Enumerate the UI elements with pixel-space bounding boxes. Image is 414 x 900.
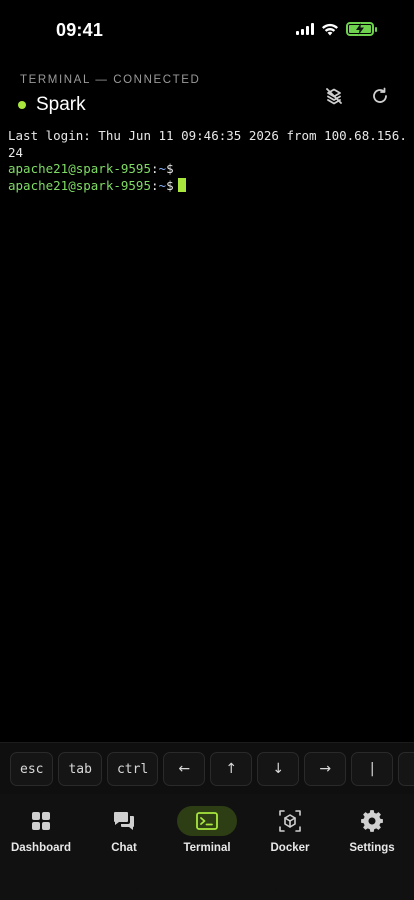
cellular-signal-icon: [296, 23, 314, 35]
special-key-row: esc tab ctrl ← ↑ ↓ → |: [10, 752, 414, 786]
gear-icon: [361, 810, 383, 832]
arrow-right-key[interactable]: →: [304, 752, 347, 786]
prompt-user: apache21@spark-9595: [8, 177, 151, 193]
tab-label: Chat: [111, 842, 137, 854]
terminal-output[interactable]: Last login: Thu Jun 11 09:46:35 2026 fro…: [8, 128, 408, 194]
prompt-separator: :: [151, 177, 159, 193]
tab-chat[interactable]: Chat: [83, 806, 165, 866]
more-key[interactable]: [398, 752, 414, 786]
prompt-user: apache21@spark-9595: [8, 161, 151, 176]
esc-key[interactable]: esc: [10, 752, 54, 786]
status-time: 09:41: [56, 20, 104, 40]
tab-label: Docker: [270, 842, 310, 854]
header-title-row: Spark: [18, 94, 86, 116]
last-login-line: Last login: Thu Jun 11 09:46:35 2026 fro…: [8, 128, 407, 160]
arrow-left-key[interactable]: ←: [163, 752, 206, 786]
refresh-icon: [373, 87, 387, 103]
connection-dot-icon: [18, 101, 26, 109]
tab-label: Terminal: [183, 842, 231, 854]
bottom-tab-bar: Dashboard Chat Terminal Docker Settings: [0, 794, 414, 900]
tab-docker[interactable]: Docker: [249, 806, 331, 866]
battery-icon: [346, 22, 377, 36]
tab-key[interactable]: tab: [58, 752, 102, 786]
tab-label: Dashboard: [10, 842, 72, 854]
arrow-down-key[interactable]: ↓: [257, 752, 300, 786]
chat-icon: [114, 812, 134, 830]
prompt-separator: :: [151, 161, 159, 176]
prompt-line-active: apache21@spark-9595:~$: [8, 177, 408, 195]
connection-status-label: TERMINAL — CONNECTED: [20, 74, 201, 86]
grid-icon: [32, 812, 50, 830]
tab-terminal[interactable]: Terminal: [166, 806, 248, 866]
pipe-key[interactable]: |: [351, 752, 394, 786]
special-key-bar: esc tab ctrl ← ↑ ↓ → |: [0, 742, 414, 794]
refresh-button[interactable]: [368, 84, 392, 108]
home-indicator: [137, 887, 277, 892]
header-actions: [322, 84, 392, 108]
prompt-line: apache21@spark-9595:~$: [8, 161, 408, 178]
host-title: Spark: [36, 94, 86, 115]
terminal-header: TERMINAL — CONNECTED Spark: [0, 72, 414, 122]
disconnect-button[interactable]: [322, 84, 346, 108]
disconnect-icon: [326, 88, 342, 105]
terminal-icon: [196, 812, 218, 830]
status-bar: 09:41: [0, 0, 414, 60]
prompt-path: ~: [158, 161, 167, 176]
prompt-symbol: $: [166, 161, 174, 176]
tab-settings[interactable]: Settings: [331, 806, 413, 866]
prompt-path: ~: [158, 177, 167, 193]
status-icons: [296, 22, 377, 36]
terminal-cursor: [177, 177, 186, 192]
arrow-up-key[interactable]: ↑: [210, 752, 253, 786]
tab-dashboard[interactable]: Dashboard: [0, 806, 82, 866]
wifi-icon: [322, 23, 338, 35]
prompt-symbol: $: [166, 177, 174, 193]
cube-icon: [279, 810, 301, 832]
tab-label: Settings: [349, 842, 395, 854]
ctrl-key[interactable]: ctrl: [106, 752, 159, 786]
